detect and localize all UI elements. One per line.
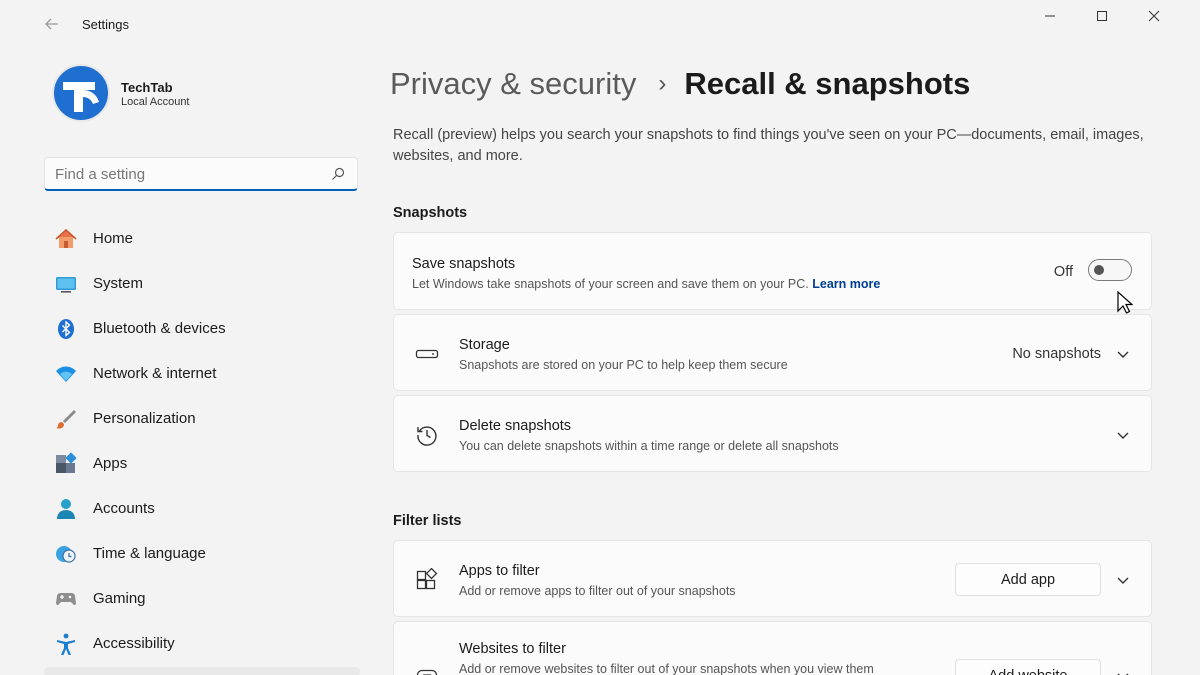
save-snapshots-toggle[interactable] bbox=[1088, 259, 1132, 281]
history-icon bbox=[414, 422, 440, 448]
sidebar-item-label: Home bbox=[93, 230, 134, 247]
delete-snapshots-card[interactable]: Delete snapshots You can delete snapshot… bbox=[393, 395, 1152, 472]
search-icon[interactable] bbox=[331, 167, 345, 181]
apps-to-filter-card[interactable]: Apps to filter Add or remove apps to fil… bbox=[393, 540, 1152, 617]
title-bar: Settings bbox=[0, 0, 1200, 48]
delete-snapshots-title: Delete snapshots bbox=[459, 418, 572, 434]
search-box[interactable] bbox=[44, 157, 358, 191]
sidebar-item-partial[interactable] bbox=[44, 667, 360, 675]
sidebar-item-apps[interactable]: Apps bbox=[44, 441, 360, 486]
breadcrumb: Privacy & security › Recall & snapshots bbox=[390, 62, 970, 106]
save-snapshots-description: Let Windows take snapshots of your scree… bbox=[412, 277, 880, 291]
sidebar-item-home[interactable]: Home bbox=[44, 216, 360, 261]
bluetooth-icon bbox=[54, 317, 78, 341]
apps-to-filter-title: Apps to filter bbox=[459, 563, 540, 579]
sidebar-item-personalization[interactable]: Personalization bbox=[44, 396, 360, 441]
storage-drive-icon bbox=[414, 341, 440, 367]
save-snapshots-card: Save snapshots Let Windows take snapshot… bbox=[393, 232, 1152, 310]
user-name: TechTab bbox=[121, 80, 173, 95]
sidebar-item-network[interactable]: Network & internet bbox=[44, 351, 360, 396]
apps-icon bbox=[54, 451, 78, 476]
storage-subtitle: Snapshots are stored on your PC to help … bbox=[459, 358, 788, 372]
websites-to-filter-card[interactable]: Websites to filter Add or remove website… bbox=[393, 621, 1152, 675]
sidebar-item-accounts[interactable]: Accounts bbox=[44, 486, 360, 531]
chevron-down-icon[interactable] bbox=[1115, 668, 1131, 675]
back-button[interactable] bbox=[36, 8, 68, 40]
accessibility-icon bbox=[54, 632, 78, 656]
sidebar-item-bluetooth[interactable]: Bluetooth & devices bbox=[44, 306, 360, 351]
maximize-button[interactable] bbox=[1076, 0, 1128, 32]
sidebar-item-label: Apps bbox=[93, 455, 128, 472]
system-icon bbox=[54, 272, 78, 296]
toggle-state-label: Off bbox=[1053, 264, 1073, 280]
close-button[interactable] bbox=[1128, 0, 1180, 32]
back-arrow-icon bbox=[45, 18, 58, 30]
websites-to-filter-title: Websites to filter bbox=[459, 641, 566, 657]
add-app-button[interactable]: Add app bbox=[955, 563, 1101, 596]
toggle-knob bbox=[1094, 265, 1104, 275]
breadcrumb-separator: › bbox=[658, 70, 667, 97]
avatar-logo-icon bbox=[63, 82, 99, 112]
link-icon bbox=[414, 662, 440, 675]
learn-more-link[interactable]: Learn more bbox=[812, 277, 880, 291]
storage-card[interactable]: Storage Snapshots are stored on your PC … bbox=[393, 314, 1152, 391]
window-title: Settings bbox=[82, 17, 129, 32]
sidebar-item-system[interactable]: System bbox=[44, 261, 360, 306]
page-title: Recall & snapshots bbox=[684, 66, 971, 101]
clock-globe-icon bbox=[54, 542, 78, 566]
account-type: Local Account bbox=[121, 96, 190, 108]
websites-to-filter-subtitle: Add or remove websites to filter out of … bbox=[459, 662, 874, 675]
sidebar-item-accessibility[interactable]: Accessibility bbox=[44, 621, 360, 666]
sidebar-item-label: Accounts bbox=[93, 500, 155, 517]
person-icon bbox=[54, 497, 78, 521]
controller-icon bbox=[54, 587, 78, 611]
brush-icon bbox=[54, 407, 78, 431]
mouse-cursor-icon bbox=[1117, 291, 1133, 314]
chevron-down-icon[interactable] bbox=[1115, 346, 1131, 362]
minimize-icon bbox=[1045, 15, 1055, 17]
section-title-snapshots: Snapshots bbox=[393, 205, 468, 221]
chevron-down-icon[interactable] bbox=[1115, 427, 1131, 443]
sidebar-item-label: Accessibility bbox=[93, 635, 175, 652]
avatar[interactable] bbox=[52, 64, 110, 122]
sidebar-item-label: Personalization bbox=[93, 410, 196, 427]
save-snapshots-title: Save snapshots bbox=[412, 256, 516, 272]
apps-grid-icon bbox=[414, 567, 440, 593]
section-title-filter-lists: Filter lists bbox=[393, 513, 462, 529]
sidebar-item-gaming[interactable]: Gaming bbox=[44, 576, 360, 621]
search-input[interactable] bbox=[55, 164, 315, 184]
sidebar-item-label: System bbox=[93, 275, 144, 292]
wifi-icon bbox=[54, 362, 78, 386]
apps-to-filter-subtitle: Add or remove apps to filter out of your… bbox=[459, 584, 736, 598]
add-website-button[interactable]: Add website bbox=[955, 659, 1101, 675]
breadcrumb-parent[interactable]: Privacy & security bbox=[390, 66, 636, 102]
home-icon bbox=[54, 227, 78, 251]
maximize-icon bbox=[1097, 11, 1107, 21]
sidebar-item-label: Bluetooth & devices bbox=[93, 320, 226, 337]
minimize-button[interactable] bbox=[1024, 0, 1076, 32]
delete-snapshots-subtitle: You can delete snapshots within a time r… bbox=[459, 439, 839, 453]
close-icon bbox=[1148, 10, 1160, 22]
storage-title: Storage bbox=[459, 337, 510, 353]
sidebar-item-label: Network & internet bbox=[93, 365, 217, 382]
sidebar-item-time-language[interactable]: Time & language bbox=[44, 531, 360, 576]
sidebar-item-label: Gaming bbox=[93, 590, 146, 607]
sidebar-item-label: Time & language bbox=[93, 545, 206, 562]
chevron-down-icon[interactable] bbox=[1115, 572, 1131, 588]
storage-value: No snapshots bbox=[1012, 346, 1101, 362]
save-snapshots-subtitle: Let Windows take snapshots of your scree… bbox=[412, 277, 809, 291]
sidebar-nav: Home System Bluetooth & devices Network … bbox=[44, 216, 360, 666]
page-description: Recall (preview) helps you search your s… bbox=[393, 127, 1144, 164]
